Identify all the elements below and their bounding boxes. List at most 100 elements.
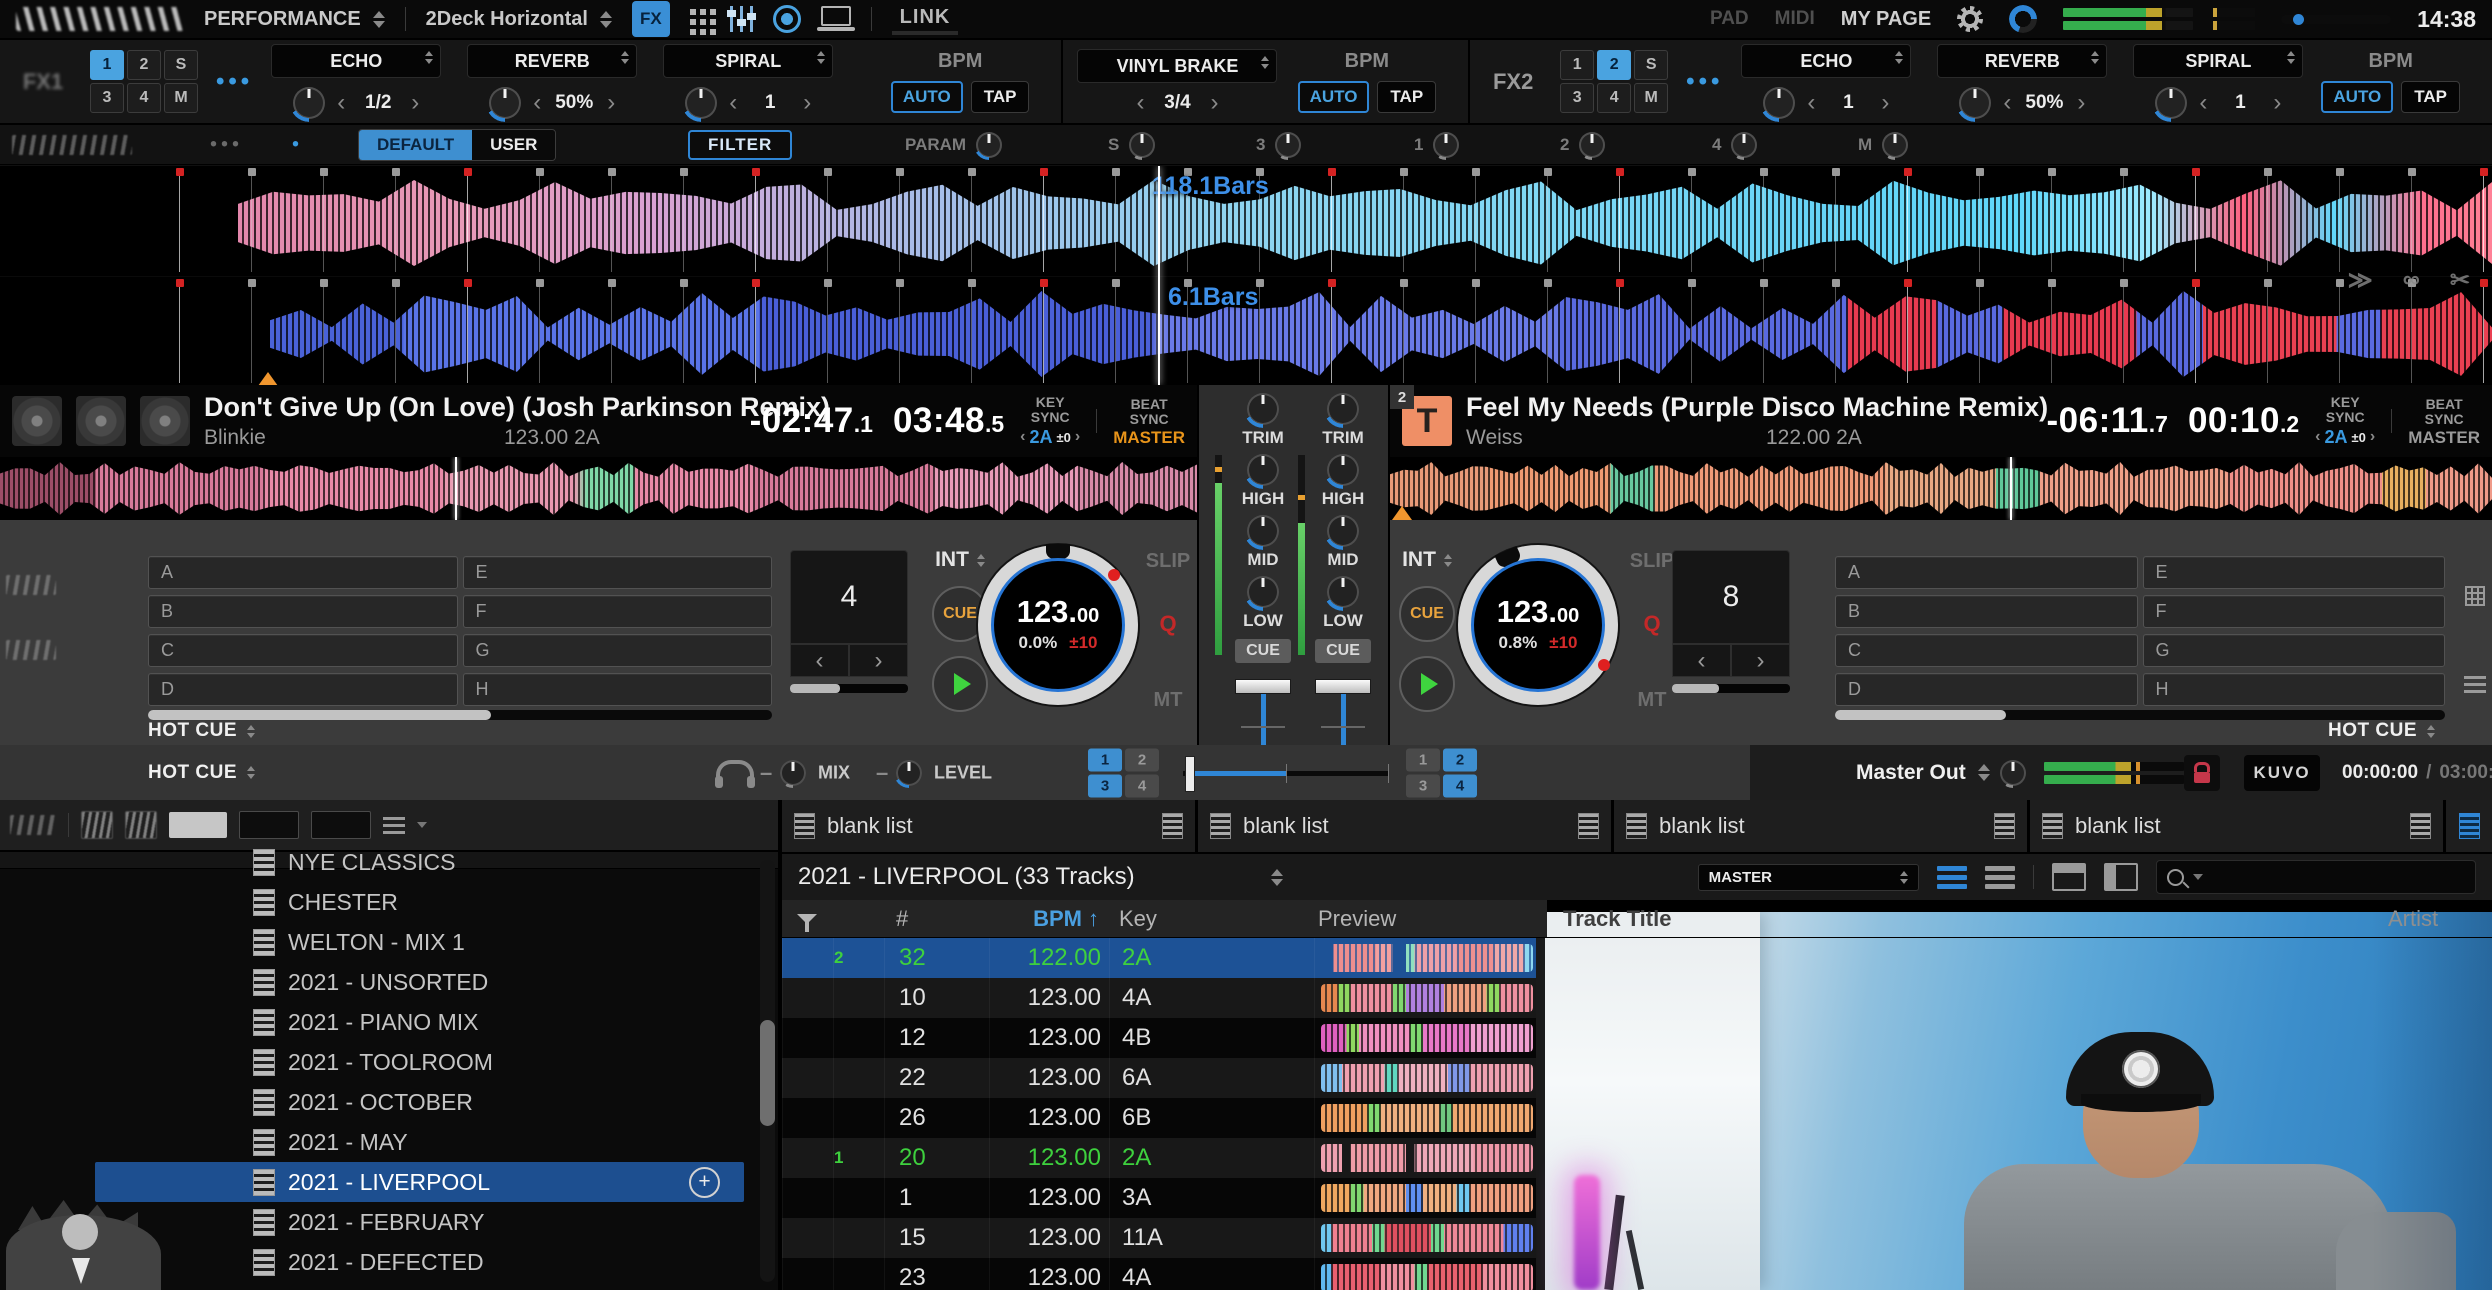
sidebar-item-chester[interactable]: CHESTER	[95, 882, 744, 922]
fx2-slot-2-next[interactable]: ›	[2077, 93, 2085, 113]
crossfader[interactable]	[1183, 753, 1389, 793]
keyboard-display-icon[interactable]	[821, 4, 851, 34]
channel1-fader-handle[interactable]	[1235, 679, 1291, 694]
grid-view-icon[interactable]	[2465, 586, 2485, 606]
track-preview-cell[interactable]	[1314, 1178, 1549, 1218]
channel2-trim-knob[interactable]	[1327, 393, 1359, 425]
fx-deck-assign-4[interactable]: 4	[1597, 83, 1631, 113]
fx1-slot-3-prev[interactable]: ‹	[729, 93, 737, 113]
deck2-pad-B[interactable]: B	[1835, 595, 2138, 628]
lock-icon[interactable]	[2184, 755, 2220, 791]
deck2-int-mode[interactable]: INT	[1402, 548, 1452, 572]
fx1-slot-3-knob[interactable]	[685, 87, 717, 119]
fx1-slot-2-next[interactable]: ›	[607, 93, 615, 113]
channel2-fader-handle[interactable]	[1315, 679, 1371, 694]
deck2-pad-F[interactable]: F	[2143, 595, 2446, 628]
key-column-header[interactable]: Key	[1107, 906, 1312, 932]
artist-column-header[interactable]: Artist	[2388, 906, 2492, 932]
layout-preset[interactable]	[311, 811, 371, 839]
filter-column-header[interactable]	[782, 914, 832, 924]
mode-dropdown[interactable]: PERFORMANCE	[204, 8, 385, 31]
pad-grid-icon[interactable]	[690, 4, 710, 34]
fx2-tap-button[interactable]: TAP	[2401, 81, 2460, 113]
deck2-pad-scrollbar[interactable]	[1835, 710, 2445, 720]
sidebar-item-2021-defected[interactable]: 2021 - DEFECTED	[95, 1242, 744, 1282]
deck1-pad-F[interactable]: F	[463, 595, 773, 628]
fx2-slot-2-knob[interactable]	[1959, 87, 1991, 119]
deck2-key-sync[interactable]: KEY SYNC ‹ 2A ±0 ›	[2315, 395, 2375, 447]
scrollbar-thumb[interactable]	[760, 1020, 775, 1126]
layout-preset-active[interactable]	[169, 812, 227, 838]
pane-add-target[interactable]	[2446, 800, 2492, 852]
key-down-button[interactable]: ‹	[1020, 427, 1025, 447]
my-page-button[interactable]: MY PAGE	[1841, 8, 1931, 31]
fx1-slot-3-selector[interactable]: SPIRAL	[663, 44, 833, 78]
pane-option-icon[interactable]	[1578, 813, 1599, 839]
channel1-high-knob[interactable]	[1247, 454, 1279, 486]
track-preview-cell[interactable]	[1314, 1258, 1549, 1290]
fx1-slot-3-next[interactable]: ›	[803, 93, 811, 113]
view-option-icon[interactable]	[81, 811, 113, 839]
fx-deck-assign-2[interactable]: 2	[1597, 50, 1631, 80]
cut-grid-icon[interactable]: ✂	[2450, 266, 2470, 295]
track-preview-cell[interactable]	[1314, 1018, 1549, 1058]
fx2-slot-3-knob[interactable]	[2155, 87, 2187, 119]
channel2-cue-button[interactable]: CUE	[1315, 639, 1371, 663]
headphone-mix-knob[interactable]	[780, 760, 806, 786]
deck2-pad-C[interactable]: C	[1835, 634, 2138, 667]
deck2-beat-sync[interactable]: BEAT SYNC MASTER	[2408, 397, 2480, 445]
cue-assign-left-1[interactable]: 1	[1088, 748, 1122, 771]
deck2-waveform-lane[interactable]: 6.1Bars	[0, 276, 2492, 385]
search-input[interactable]	[2156, 860, 2476, 894]
deck2-cue-button[interactable]: CUE	[1399, 586, 1455, 642]
number-column-header[interactable]: #	[882, 906, 987, 932]
fx1-auto-button[interactable]: AUTO	[891, 81, 963, 113]
filter-fx-button[interactable]: FILTER	[688, 130, 792, 160]
deck1-slip-toggle[interactable]: SLIP	[1138, 550, 1198, 573]
sidebar-item-2021-october[interactable]: 2021 - OCTOBER	[95, 1082, 744, 1122]
deck1-pad-scrollbar[interactable]	[148, 710, 772, 720]
mini-slider[interactable]	[2281, 15, 2391, 24]
key-up-button[interactable]: ›	[2370, 427, 2375, 447]
fx-deck-assign-3[interactable]: 3	[90, 83, 124, 113]
fx-deck-assign-2[interactable]: 2	[127, 50, 161, 80]
fx2-slot-2-prev[interactable]: ‹	[2003, 93, 2011, 113]
deck1-beat-sync[interactable]: BEAT SYNC MASTER	[1113, 397, 1185, 445]
fx2-slot-3-prev[interactable]: ‹	[2199, 93, 2207, 113]
release-fx-next[interactable]: ›	[1210, 93, 1218, 113]
more-dots[interactable]: •••	[210, 133, 243, 156]
fx2-auto-button[interactable]: AUTO	[2321, 81, 2393, 113]
fx-deck-assign-M[interactable]: M	[1634, 83, 1668, 113]
fx-param-knob-S[interactable]	[1129, 132, 1155, 158]
cue-assign-left-2[interactable]: 2	[1125, 748, 1159, 771]
chevron-updown-icon[interactable]	[1271, 869, 1283, 886]
fx1-more-dots[interactable]: •••	[216, 68, 253, 96]
deck1-waveform-lane[interactable]: 118.1Bars	[0, 166, 2492, 275]
deck1-memory-next-button[interactable]: ›	[849, 644, 908, 677]
master-out-knob[interactable]	[2000, 760, 2026, 786]
fx-deck-assign-1[interactable]: 1	[1560, 50, 1594, 80]
track-preview-cell[interactable]	[1314, 1098, 1549, 1138]
master-out-selector[interactable]: Master Out	[1856, 761, 1990, 785]
fx1-slot-1-selector[interactable]: ECHO	[271, 44, 441, 78]
cue-assign-right-3[interactable]: 3	[1406, 774, 1440, 797]
deck1-key-sync[interactable]: KEY SYNC ‹ 2A ±0 ›	[1020, 395, 1080, 447]
deck1-master-badge[interactable]: MASTER	[1113, 430, 1185, 445]
track-preview-cell[interactable]	[1314, 938, 1549, 978]
cue-assign-left-4[interactable]: 4	[1125, 774, 1159, 797]
deck1-jog-wheel[interactable]: 123.00 0.0% ±10	[978, 545, 1138, 705]
list-view-icon-active[interactable]	[1937, 866, 1967, 889]
deck1-track-overview[interactable]	[0, 457, 1197, 520]
fx2-slot-2-selector[interactable]: REVERB	[1937, 44, 2107, 78]
user-bank-button[interactable]: USER	[472, 130, 555, 160]
deck1-memory-prev-button[interactable]: ‹	[790, 644, 849, 677]
deck2-master-badge[interactable]: MASTER	[2408, 430, 2480, 445]
blank-list-pane-2[interactable]: blank list	[1198, 800, 1611, 852]
pane-option-icon[interactable]	[1994, 813, 2015, 839]
fx2-slot-1-prev[interactable]: ‹	[1807, 93, 1815, 113]
deck1-master-tempo-toggle[interactable]: MT	[1138, 689, 1198, 712]
deck2-memory-prev-button[interactable]: ‹	[1672, 644, 1731, 677]
fx-deck-assign-1[interactable]: 1	[90, 50, 124, 80]
channel1-trim-knob[interactable]	[1247, 393, 1279, 425]
drag-handle-icon[interactable]	[2464, 676, 2486, 693]
